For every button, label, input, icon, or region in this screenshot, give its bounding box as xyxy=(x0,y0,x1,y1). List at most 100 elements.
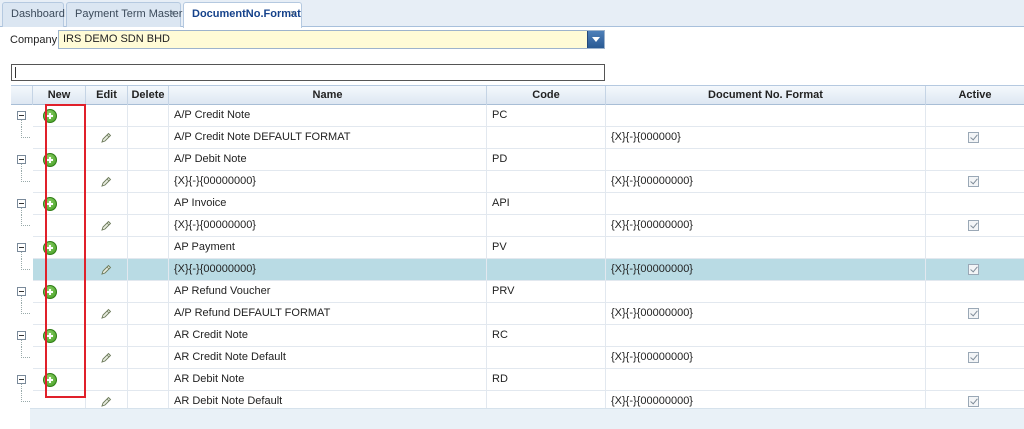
cell-name: AP Payment xyxy=(169,237,487,259)
tab-bar: Dashboard Payment Term Master × Document… xyxy=(0,0,1024,28)
cell-active xyxy=(926,193,1024,215)
cell-active xyxy=(926,171,1024,193)
cell-name: A/P Credit Note xyxy=(169,105,487,127)
header-active[interactable]: Active xyxy=(926,86,1024,105)
pencil-icon[interactable] xyxy=(100,264,112,276)
active-checkbox[interactable] xyxy=(968,176,979,187)
header-tree-col xyxy=(11,86,33,105)
tree-cell xyxy=(11,347,33,369)
cell-format xyxy=(606,149,926,171)
tree-cell xyxy=(11,303,33,325)
cell-name: A/P Debit Note xyxy=(169,149,487,171)
company-label: Company: xyxy=(10,34,61,46)
cell-format xyxy=(606,193,926,215)
active-checkbox[interactable] xyxy=(968,352,979,363)
header-delete[interactable]: Delete xyxy=(128,86,169,105)
cell-code: PD xyxy=(487,149,606,171)
cell-edit xyxy=(86,303,128,325)
group-row[interactable]: AR Debit Note RD xyxy=(11,369,1024,391)
cell-new xyxy=(33,215,86,237)
pencil-icon[interactable] xyxy=(100,132,112,144)
cell-edit xyxy=(86,347,128,369)
cell-code xyxy=(487,215,606,237)
cell-edit xyxy=(86,281,128,303)
collapse-icon[interactable] xyxy=(17,111,26,120)
active-checkbox[interactable] xyxy=(968,220,979,231)
collapse-icon[interactable] xyxy=(17,331,26,340)
pencil-icon[interactable] xyxy=(100,176,112,188)
format-row[interactable]: {X}{-}{00000000} {X}{-}{00000000} xyxy=(11,215,1024,237)
header-code[interactable]: Code xyxy=(487,86,606,105)
filter-input[interactable] xyxy=(11,64,605,81)
close-icon[interactable]: × xyxy=(290,3,296,26)
add-icon[interactable] xyxy=(43,373,57,387)
format-row[interactable]: {X}{-}{00000000} {X}{-}{00000000} xyxy=(11,259,1024,281)
cell-delete xyxy=(128,369,169,391)
cell-edit xyxy=(86,215,128,237)
tree-cell xyxy=(11,237,33,259)
header-edit[interactable]: Edit xyxy=(86,86,128,105)
cell-code: PRV xyxy=(487,281,606,303)
cell-active xyxy=(926,281,1024,303)
add-icon[interactable] xyxy=(43,285,57,299)
pencil-icon[interactable] xyxy=(100,352,112,364)
cell-format: {X}{-}{00000000} xyxy=(606,215,926,237)
pencil-icon[interactable] xyxy=(100,308,112,320)
group-row[interactable]: AP Invoice API xyxy=(11,193,1024,215)
cell-delete xyxy=(128,281,169,303)
cell-active xyxy=(926,303,1024,325)
active-checkbox[interactable] xyxy=(968,132,979,143)
tab-label: Dashboard xyxy=(11,8,65,20)
tab-document-no-format[interactable]: DocumentNo.Format × xyxy=(183,2,302,28)
add-icon[interactable] xyxy=(43,197,57,211)
format-row[interactable]: AR Credit Note Default {X}{-}{00000000} xyxy=(11,347,1024,369)
collapse-icon[interactable] xyxy=(17,155,26,164)
format-row[interactable]: A/P Refund DEFAULT FORMAT {X}{-}{00000000… xyxy=(11,303,1024,325)
cell-active xyxy=(926,127,1024,149)
company-select[interactable]: IRS DEMO SDN BHD xyxy=(58,30,605,49)
pencil-icon[interactable] xyxy=(100,220,112,232)
tree-connector xyxy=(21,391,30,402)
cell-delete xyxy=(128,303,169,325)
header-name[interactable]: Name xyxy=(169,86,487,105)
cell-new xyxy=(33,237,86,259)
text-caret xyxy=(15,67,16,78)
cell-active xyxy=(926,105,1024,127)
format-row[interactable]: A/P Credit Note DEFAULT FORMAT {X}{-}{000… xyxy=(11,127,1024,149)
cell-code xyxy=(487,171,606,193)
group-row[interactable]: A/P Debit Note PD xyxy=(11,149,1024,171)
group-row[interactable]: A/P Credit Note PC xyxy=(11,105,1024,127)
cell-active xyxy=(926,237,1024,259)
collapse-icon[interactable] xyxy=(17,287,26,296)
cell-delete xyxy=(128,237,169,259)
collapse-icon[interactable] xyxy=(17,243,26,252)
dropdown-arrow-icon[interactable] xyxy=(587,31,604,48)
active-checkbox[interactable] xyxy=(968,264,979,275)
pencil-icon[interactable] xyxy=(100,396,112,408)
cell-name: A/P Credit Note DEFAULT FORMAT xyxy=(169,127,487,149)
cell-edit xyxy=(86,171,128,193)
add-icon[interactable] xyxy=(43,329,57,343)
add-icon[interactable] xyxy=(43,241,57,255)
header-new[interactable]: New xyxy=(33,86,86,105)
format-row[interactable]: {X}{-}{00000000} {X}{-}{00000000} xyxy=(11,171,1024,193)
cell-edit xyxy=(86,325,128,347)
cell-format: {X}{-}{00000000} xyxy=(606,303,926,325)
collapse-icon[interactable] xyxy=(17,375,26,384)
cell-edit xyxy=(86,237,128,259)
add-icon[interactable] xyxy=(43,153,57,167)
tree-connector xyxy=(21,252,22,259)
tab-payment-term-master[interactable]: Payment Term Master × xyxy=(66,2,182,27)
group-row[interactable]: AR Credit Note RC xyxy=(11,325,1024,347)
cell-format: {X}{-}{00000000} xyxy=(606,171,926,193)
tree-connector xyxy=(21,171,30,182)
add-icon[interactable] xyxy=(43,109,57,123)
group-row[interactable]: AP Payment PV xyxy=(11,237,1024,259)
collapse-icon[interactable] xyxy=(17,199,26,208)
active-checkbox[interactable] xyxy=(968,308,979,319)
close-icon[interactable]: × xyxy=(169,3,175,26)
tab-dashboard[interactable]: Dashboard xyxy=(2,2,65,27)
active-checkbox[interactable] xyxy=(968,396,979,407)
group-row[interactable]: AP Refund Voucher PRV xyxy=(11,281,1024,303)
header-document-no-format[interactable]: Document No. Format xyxy=(606,86,926,105)
